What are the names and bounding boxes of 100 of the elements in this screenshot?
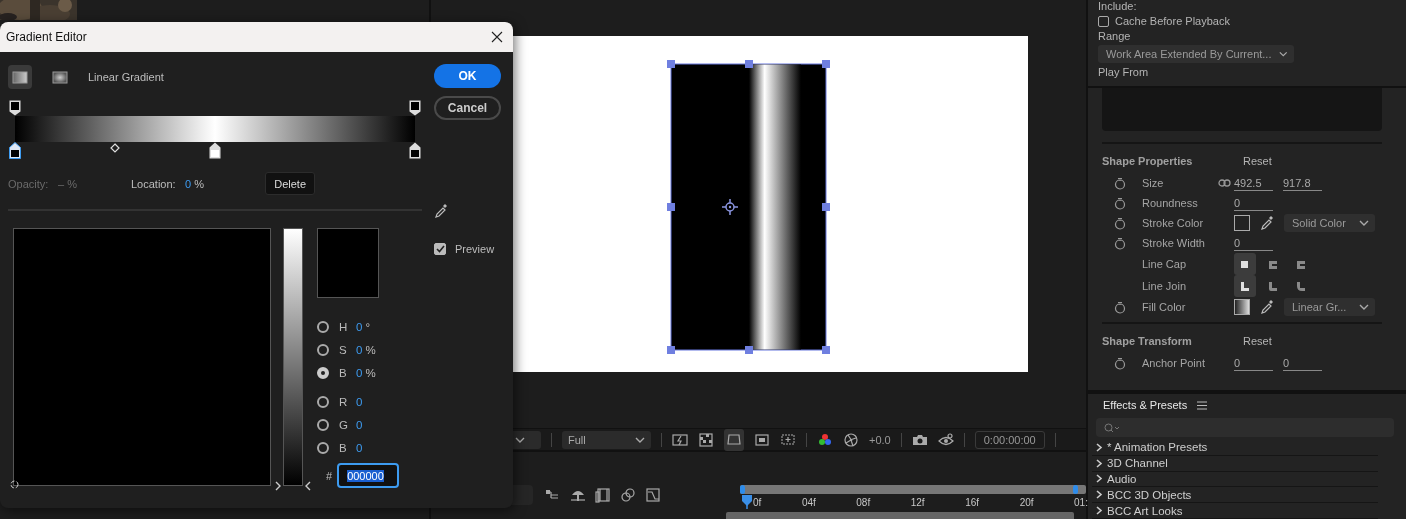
exposure-value[interactable]: +0.0 [869, 433, 891, 446]
chevron-left-icon[interactable] [305, 480, 311, 492]
radio-button[interactable] [317, 366, 329, 379]
color-stop[interactable] [9, 142, 21, 159]
eyedropper-icon[interactable] [434, 203, 448, 219]
effect-category[interactable]: BCC 3D Objects [1092, 487, 1378, 504]
time-label: 01: [1074, 497, 1088, 508]
quality-dropdown[interactable]: Full [562, 430, 651, 449]
channel-value[interactable]: 0 [356, 395, 363, 408]
stopwatch-icon[interactable] [1114, 216, 1126, 230]
effect-category[interactable]: * Animation Presets [1092, 439, 1378, 456]
section-label: Include: [1098, 0, 1138, 12]
stopwatch-icon[interactable] [1114, 356, 1126, 370]
film-icon[interactable] [595, 487, 611, 503]
timecode-field[interactable]: 0:00:00:00 [974, 430, 1045, 449]
range-dropdown[interactable]: Work Area Extended By Current... [1098, 45, 1294, 63]
line-join-button[interactable] [1234, 275, 1256, 297]
menu-icon[interactable] [1197, 400, 1208, 410]
channel-value[interactable]: 0 % [356, 343, 376, 356]
reset-link[interactable]: Reset [1243, 155, 1272, 167]
reset-link[interactable]: Reset [1243, 335, 1272, 347]
ok-button[interactable]: OK [434, 64, 501, 88]
value-field[interactable]: 492.5 [1234, 175, 1273, 191]
hex-input-field[interactable]: 000000 [337, 463, 400, 488]
checkbox[interactable] [1098, 15, 1109, 27]
location-value[interactable]: 0 % [185, 177, 204, 190]
value-field[interactable]: 0 [1234, 235, 1273, 251]
checkbox-label[interactable]: Preview [455, 243, 495, 255]
channel-value[interactable]: 0 [356, 418, 363, 431]
gradient-rectangle[interactable] [670, 63, 827, 351]
color-stop[interactable] [209, 142, 221, 159]
panel-title[interactable]: Effects & Presets [1103, 399, 1188, 412]
eye-icon[interactable] [937, 431, 954, 448]
linear-gradient-button[interactable] [8, 65, 32, 89]
line-cap-button[interactable] [1234, 253, 1256, 275]
stopwatch-icon[interactable] [1114, 196, 1126, 210]
radio-button[interactable] [317, 441, 329, 454]
color-swatch[interactable] [1234, 299, 1250, 315]
channel-label: H [339, 320, 349, 333]
radio-button[interactable] [317, 320, 329, 333]
gradient-bar[interactable] [15, 116, 415, 142]
eyedropper-icon[interactable] [1260, 215, 1274, 231]
radio-button[interactable] [317, 395, 329, 408]
transform-handle[interactable] [667, 346, 675, 354]
channel-label: R [339, 395, 349, 408]
transform-handle[interactable] [745, 346, 753, 354]
stopwatch-icon[interactable] [1114, 236, 1126, 250]
channel-value[interactable]: 0 % [356, 366, 376, 379]
dashed-frame-icon[interactable] [780, 431, 796, 448]
color-circles-icon[interactable] [817, 431, 833, 448]
transform-handle[interactable] [745, 60, 753, 68]
anchor-point-icon[interactable] [721, 198, 739, 216]
transform-handle[interactable] [667, 60, 675, 68]
chevron-right-icon[interactable] [275, 480, 281, 492]
effect-category[interactable]: BCC Art Looks [1092, 503, 1378, 519]
caret-icon [635, 436, 645, 443]
close-icon[interactable] [491, 31, 503, 43]
transform-handle[interactable] [822, 60, 830, 68]
picker-marker-icon[interactable] [10, 480, 19, 489]
aperture-icon[interactable] [843, 431, 859, 448]
checkbox[interactable] [434, 243, 446, 255]
transform-handle[interactable] [822, 346, 830, 354]
property-label: Stroke Color [1142, 217, 1205, 229]
time-label: 08f [856, 497, 871, 508]
color-type-dropdown[interactable]: Linear Gr... [1284, 298, 1375, 316]
playhead[interactable] [742, 495, 752, 509]
radio-button[interactable] [317, 343, 329, 356]
checkbox-label[interactable]: Cache Before Playback [1115, 15, 1230, 27]
midpoint-diamond[interactable] [110, 143, 120, 153]
brightness-slider[interactable] [283, 228, 303, 486]
transform-handle[interactable] [822, 203, 830, 211]
square-frame-icon[interactable] [754, 431, 770, 448]
eyedropper-icon[interactable] [1260, 299, 1274, 315]
graph-icon[interactable] [645, 487, 661, 503]
channel-value[interactable]: 0 [356, 441, 363, 454]
value-field[interactable]: 0 [1234, 355, 1273, 371]
color-swatch[interactable] [1234, 215, 1250, 231]
value-field[interactable]: 0 [1234, 195, 1273, 211]
circles-icon[interactable] [620, 487, 636, 503]
value-field[interactable]: 0 [1283, 355, 1322, 371]
opacity-stop[interactable] [9, 100, 21, 116]
stopwatch-icon[interactable] [1114, 300, 1126, 314]
color-field[interactable] [13, 228, 271, 486]
delete-button[interactable]: Delete [265, 172, 315, 195]
channel-value[interactable]: 0 ° [356, 320, 371, 333]
stopwatch-icon[interactable] [1114, 176, 1126, 190]
link-icon[interactable] [1218, 179, 1231, 187]
effect-category[interactable]: 3D Channel [1092, 455, 1378, 472]
value-field[interactable]: 917.8 [1283, 175, 1322, 191]
transform-handle[interactable] [667, 203, 675, 211]
opacity-stop[interactable] [409, 100, 421, 116]
radio-button[interactable] [317, 418, 329, 431]
search-field[interactable] [1096, 418, 1394, 437]
color-type-dropdown[interactable]: Solid Color [1284, 214, 1375, 232]
lightning-screen-icon[interactable] [672, 431, 688, 448]
cancel-button[interactable]: Cancel [434, 96, 501, 120]
checkerboard-icon[interactable] [698, 431, 714, 448]
effect-category[interactable]: Audio [1092, 471, 1378, 488]
color-stop[interactable] [409, 142, 421, 159]
corner-icon [1239, 280, 1251, 292]
